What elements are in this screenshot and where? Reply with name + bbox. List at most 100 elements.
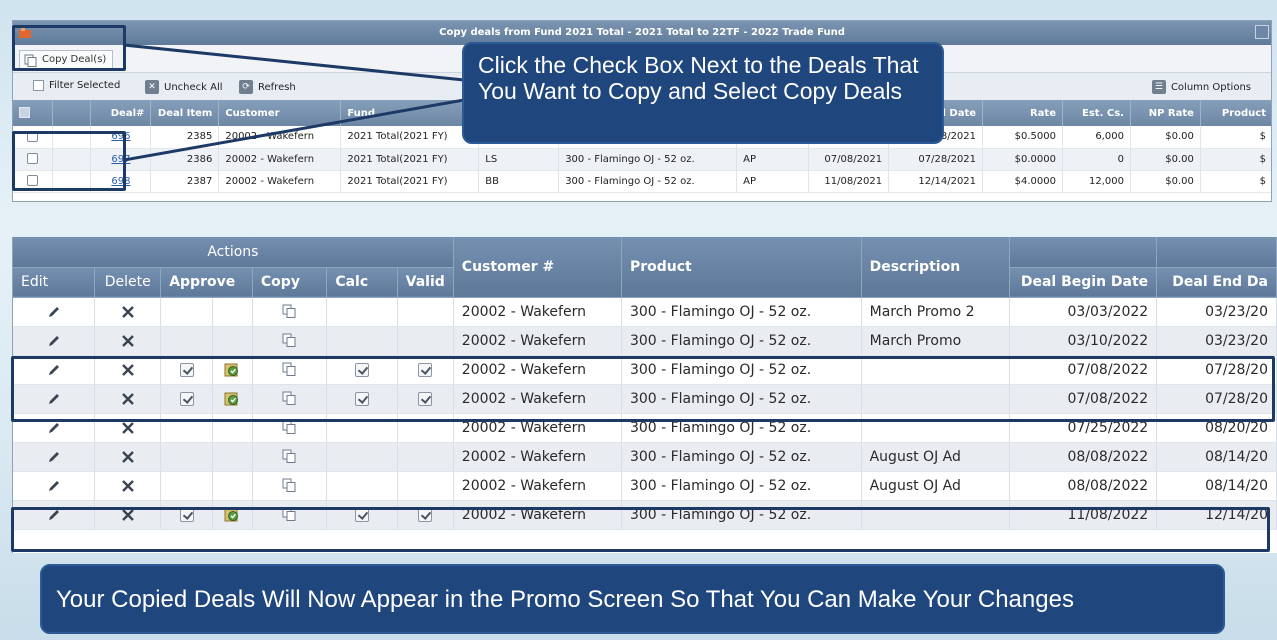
- delete-x-icon: [121, 305, 134, 318]
- col-delete[interactable]: Delete: [94, 267, 162, 298]
- select-all-checkbox[interactable]: [19, 107, 30, 119]
- edit-cell[interactable]: [13, 471, 96, 501]
- pencil-icon: [48, 335, 59, 346]
- approve-check-cell[interactable]: [160, 297, 214, 327]
- column-options-label: Column Options: [1170, 81, 1251, 93]
- begin-date-cell: 08/08/2022: [1009, 471, 1158, 501]
- customer-cell: 20002 - Wakefern: [218, 170, 342, 193]
- product-cell: 300 - Flamingo OJ - 52 oz.: [621, 442, 862, 472]
- filter-selected-label: Filter Selected: [49, 80, 121, 91]
- approve-check-cell[interactable]: [160, 442, 214, 472]
- highlight-copied-rows: [11, 356, 1275, 422]
- rate-cell: $4.0000: [982, 170, 1063, 193]
- approve-icon-cell: [212, 442, 253, 472]
- copy-icon: [282, 420, 296, 434]
- pencil-icon: [48, 422, 59, 433]
- copy-cell[interactable]: [252, 297, 328, 327]
- uncheck-all-button[interactable]: ✕ Uncheck All: [145, 80, 223, 94]
- table-row: 697 2386 20002 - Wakefern 2021 Total(202…: [13, 148, 1271, 171]
- col-deal-item[interactable]: Deal Item: [150, 100, 220, 126]
- end-date-cell: 08/14/20: [1156, 442, 1277, 472]
- customer-cell: 20002 - Wakefern: [453, 471, 622, 501]
- table-row: 20002 - Wakefern 300 - Flamingo OJ - 52 o…: [13, 326, 1277, 356]
- product-cell: 300 - Flamingo OJ - 52 oz.: [621, 326, 862, 356]
- col-deal-end-date[interactable]: Deal End Da: [1156, 267, 1277, 298]
- refresh-label: Refresh: [258, 81, 296, 93]
- delete-x-icon: [121, 479, 134, 492]
- column-options-button[interactable]: ☰ Column Options: [1151, 80, 1251, 94]
- col-product[interactable]: Product: [621, 237, 862, 298]
- product-cell: 300 - Flamingo OJ - 52 oz.: [558, 148, 738, 171]
- edit-cell[interactable]: [13, 297, 96, 327]
- customer-cell: 20002 - Wakefern: [218, 148, 342, 171]
- end-date-cell: 08/14/20: [1156, 471, 1277, 501]
- window-control-button[interactable]: [1255, 25, 1269, 39]
- end-date-cell: 03/23/20: [1156, 297, 1277, 327]
- delete-cell[interactable]: [94, 297, 162, 327]
- customer-cell: 20002 - Wakefern: [218, 126, 342, 149]
- approve-check-cell[interactable]: [160, 326, 214, 356]
- col-rate[interactable]: Rate: [982, 100, 1063, 126]
- begin-date-cell: 03/10/2022: [1009, 326, 1158, 356]
- col-product-cost[interactable]: Product: [1200, 100, 1271, 126]
- col-customer[interactable]: Customer: [218, 100, 342, 126]
- np-rate-cell: $0.00: [1130, 126, 1201, 149]
- copy-cell[interactable]: [252, 471, 328, 501]
- est-cases-cell: 0: [1062, 148, 1131, 171]
- fund-cell: 2021 Total(2021 FY): [340, 170, 480, 193]
- table-row: 20002 - Wakefern 300 - Flamingo OJ - 52 o…: [13, 297, 1277, 327]
- filter-selected-toggle[interactable]: Filter Selected: [33, 80, 120, 91]
- description-cell: March Promo: [861, 326, 1010, 356]
- approve-check-cell[interactable]: [160, 471, 214, 501]
- select-all-header[interactable]: [13, 100, 54, 126]
- refresh-button[interactable]: ⟳ Refresh: [239, 80, 296, 94]
- col-description[interactable]: Description: [861, 237, 1010, 298]
- col-valid[interactable]: Valid: [397, 267, 454, 298]
- description-cell: March Promo 2: [861, 297, 1010, 327]
- header-group-row: Actions Customer # Product Description: [13, 237, 1277, 298]
- edit-cell[interactable]: [13, 326, 96, 356]
- edit-cell[interactable]: [13, 442, 96, 472]
- delete-x-icon: [121, 421, 134, 434]
- valid-cell: [397, 297, 454, 327]
- copy-cell[interactable]: [252, 442, 328, 472]
- col-est-cases[interactable]: Est. Cs.: [1062, 100, 1131, 126]
- highlight-row-checkboxes: [12, 131, 126, 191]
- col-deal-begin-date[interactable]: Deal Begin Date: [1009, 267, 1158, 298]
- col-blank-group-2: [1156, 237, 1277, 268]
- col-deal-number[interactable]: Deal#: [90, 100, 152, 126]
- column-options-icon: ☰: [1151, 80, 1166, 94]
- copy-icon: [282, 449, 296, 463]
- delete-cell[interactable]: [94, 326, 162, 356]
- delete-x-icon: [121, 450, 134, 463]
- col-edit[interactable]: Edit: [13, 267, 96, 298]
- delete-cell[interactable]: [94, 442, 162, 472]
- dialog-title: Copy deals from Fund 2021 Total - 2021 T…: [439, 27, 845, 38]
- pencil-icon: [48, 451, 59, 462]
- col-np-rate[interactable]: NP Rate: [1130, 100, 1201, 126]
- begin-date-cell: 08/08/2022: [1009, 442, 1158, 472]
- product-cell: 300 - Flamingo OJ - 52 oz.: [621, 471, 862, 501]
- col-calc[interactable]: Calc: [326, 267, 398, 298]
- col-fund[interactable]: Fund: [340, 100, 480, 126]
- copy-icon: [282, 333, 296, 347]
- col-copy[interactable]: Copy: [252, 267, 328, 298]
- est-cases-cell: 12,000: [1062, 170, 1131, 193]
- instruction-callout-bottom: Your Copied Deals Will Now Appear in the…: [40, 564, 1225, 634]
- fund-cell: 2021 Total(2021 FY): [340, 126, 480, 149]
- customer-cell: 20002 - Wakefern: [453, 297, 622, 327]
- product-cost-cell: $: [1200, 126, 1271, 149]
- highlight-copied-row-last: [11, 507, 1270, 552]
- delete-cell[interactable]: [94, 471, 162, 501]
- pencil-icon: [48, 480, 59, 491]
- copy-icon: [282, 304, 296, 318]
- filter-checkbox-icon: [33, 80, 44, 91]
- deal-item-cell: 2385: [150, 126, 220, 149]
- description-cell: August OJ Ad: [861, 471, 1010, 501]
- copy-cell[interactable]: [252, 326, 328, 356]
- deal-item-cell: 2387: [150, 170, 220, 193]
- col-customer-number[interactable]: Customer #: [453, 237, 622, 298]
- col-approve[interactable]: Approve: [160, 267, 253, 298]
- customer-cell: 20002 - Wakefern: [453, 442, 622, 472]
- begin-date-cell: 07/08/2021: [808, 148, 890, 171]
